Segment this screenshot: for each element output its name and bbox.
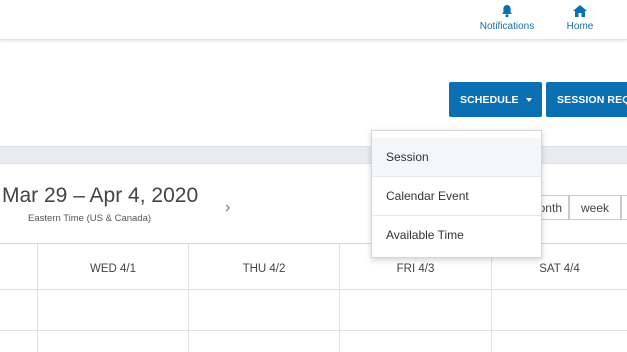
menu-item-available-time-label: Available Time [386,228,464,242]
day-header-fri: FRI 4/3 [396,263,435,275]
view-week-button[interactable]: week [569,195,621,220]
grid-divider [339,244,340,352]
day-header-sat: SAT 4/4 [539,263,580,275]
grid-divider [37,244,38,352]
home-icon [572,4,588,18]
day-header-thu: THU 4/2 [242,263,286,275]
timezone-label: Eastern Time (US & Canada) [28,213,152,224]
session-requests-label: SESSION REQ [557,93,627,106]
menu-item-calendar-event-label: Calendar Event [386,189,469,203]
notifications-nav[interactable]: Notifications [472,4,542,32]
date-range-title: Mar 29 – Apr 4, 2020 [2,184,199,207]
grid-divider [188,244,189,352]
schedule-button[interactable]: SCHEDULE [449,82,542,117]
session-requests-button[interactable]: SESSION REQ [546,82,627,117]
schedule-dropdown-menu: Session Calendar Event Available Time [371,130,542,258]
bell-icon [500,4,514,18]
menu-item-session[interactable]: Session [372,138,541,176]
menu-item-calendar-event[interactable]: Calendar Event [372,177,541,215]
view-next-button-edge[interactable] [621,195,627,220]
home-label: Home [566,21,594,32]
grid-row-divider [0,330,627,331]
notifications-label: Notifications [479,21,535,32]
day-header-wed: WED 4/1 [89,263,136,275]
caret-down-icon [525,97,532,102]
next-week-chevron-icon[interactable]: › [225,199,230,217]
view-week-label: week [580,200,609,215]
menu-item-available-time[interactable]: Available Time [372,216,541,254]
menu-item-session-label: Session [386,150,429,164]
calendar-grid: WED 4/1 THU 4/2 FRI 4/3 SAT 4/4 [0,243,627,352]
top-header: Notifications Home [0,0,627,40]
home-nav[interactable]: Home [560,4,600,32]
grid-row-divider [0,289,627,290]
schedule-button-label: SCHEDULE [460,93,519,106]
grid-divider [491,244,492,352]
